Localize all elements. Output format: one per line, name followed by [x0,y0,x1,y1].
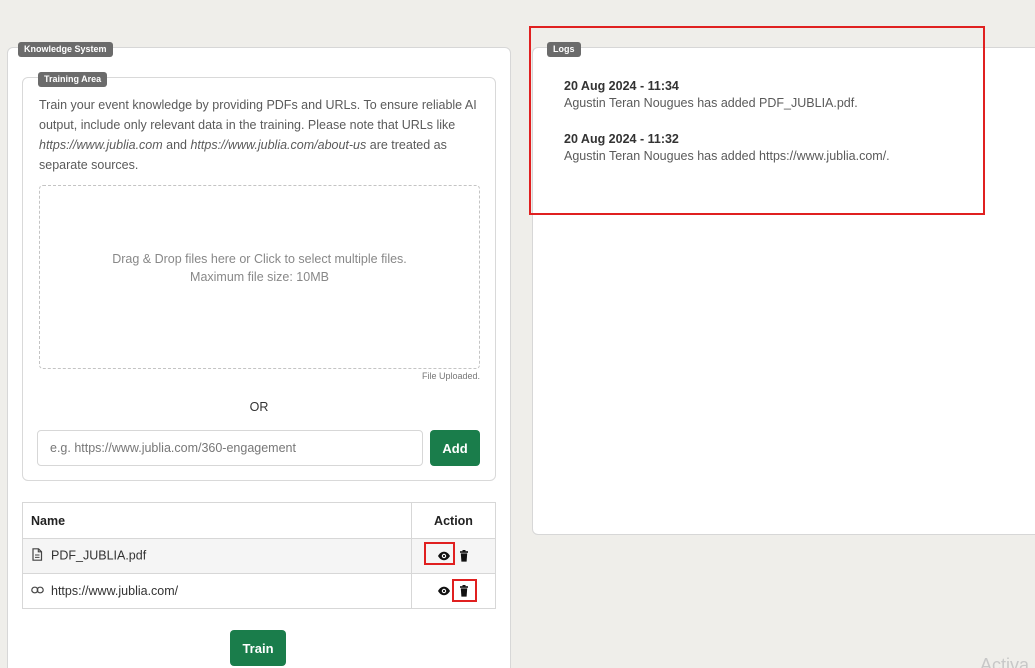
knowledge-system-badge: Knowledge System [18,42,113,57]
activation-watermark: Activa [980,655,1030,668]
table-row: https://www.jublia.com/ [22,573,496,609]
training-area: Training Area Train your event knowledge… [22,72,496,481]
trash-icon[interactable] [457,549,471,563]
name-column-header: Name [22,502,412,539]
or-divider-label: OR [249,400,269,414]
file-dropzone[interactable]: Drag & Drop files here or Click to selec… [39,185,480,369]
clipped-header-text [20,0,1020,3]
add-url-button[interactable]: Add [430,430,480,466]
training-description: Train your event knowledge by providing … [39,98,477,172]
document-icon [31,548,45,564]
training-area-badge: Training Area [38,72,108,87]
trash-icon-highlight [452,579,477,602]
file-name-cell: PDF_JUBLIA.pdf [22,538,412,574]
logs-highlight-box [529,26,985,215]
url-example-2: https://www.jublia.com/about-us [190,138,367,152]
table-header-row: Name Action [22,502,496,539]
file-uploaded-status: File Uploaded. [421,371,480,381]
dropzone-instruction: Drag & Drop files here or Click to selec… [112,252,407,266]
file-name: PDF_JUBLIA.pdf [51,548,147,563]
eye-icon-highlight [424,542,455,565]
file-name: https://www.jublia.com/ [51,583,179,598]
link-icon [31,584,45,598]
file-name-cell: https://www.jublia.com/ [22,573,412,609]
dropzone-max-size: Maximum file size: 10MB [190,270,329,284]
url-input[interactable] [37,430,423,466]
eye-icon[interactable] [437,584,451,598]
train-button[interactable]: Train [230,630,286,666]
url-example-1: https://www.jublia.com [39,138,163,152]
action-column-header: Action [411,502,496,539]
